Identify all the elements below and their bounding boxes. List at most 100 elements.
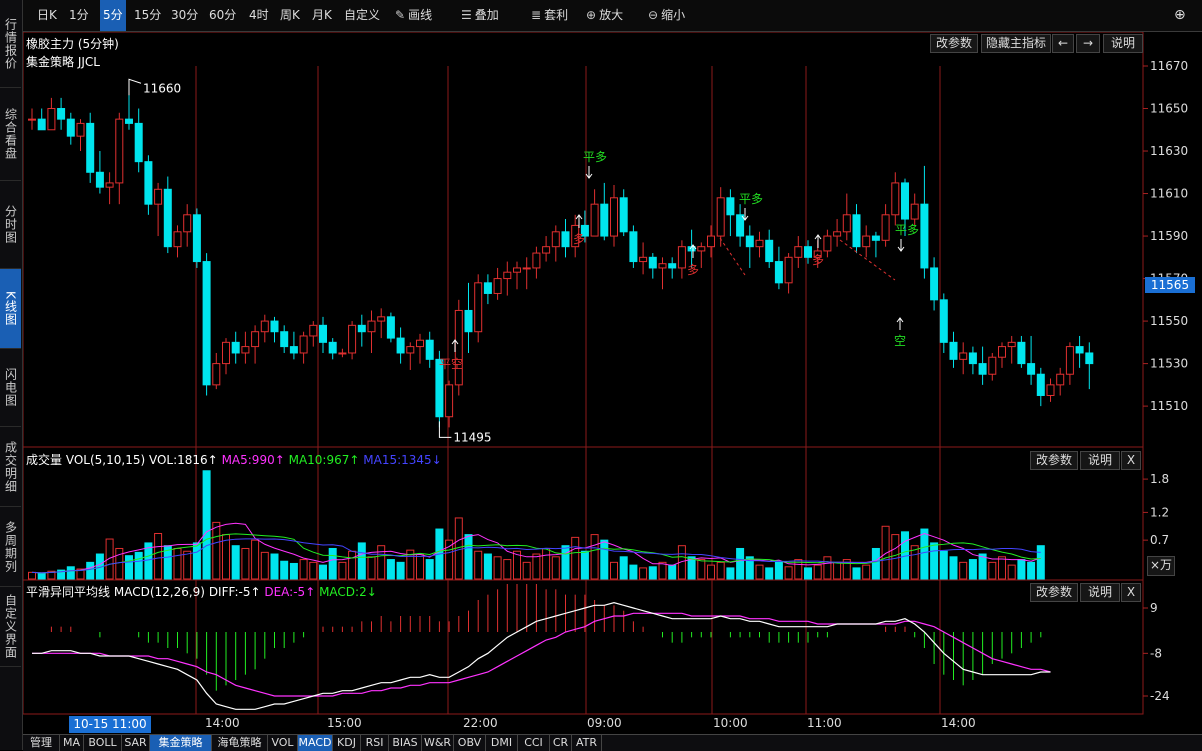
main-explain-button[interactable]: 说明 — [1103, 34, 1143, 53]
period-tab-0[interactable]: 日K — [37, 0, 57, 31]
period-tab-6[interactable]: 4时 — [249, 0, 269, 31]
indicator-tab-3[interactable]: SAR — [122, 735, 150, 751]
period-tab-5[interactable]: 60分 — [209, 0, 236, 31]
volume-bar-30 — [319, 564, 327, 580]
indicator-tab-13[interactable]: DMI — [486, 735, 518, 751]
macd-params-button[interactable]: 改参数 — [1030, 583, 1078, 602]
indicator-tab-6[interactable]: VOL — [268, 735, 298, 751]
sidebar-item-0[interactable]: 行情报价 — [0, 0, 21, 88]
indicator-tab-1[interactable]: MA — [60, 735, 84, 751]
indicator-tab-7[interactable]: MACD — [298, 735, 333, 751]
candle-body-88 — [881, 214, 890, 241]
candle-body-109 — [1085, 352, 1094, 365]
volume-bar-22 — [241, 547, 250, 580]
period-tab-7[interactable]: 周K — [280, 0, 300, 31]
indicator-tab-15[interactable]: CR — [550, 735, 572, 751]
macd-explain-button[interactable]: 说明 — [1080, 583, 1120, 602]
volume-bar-77 — [774, 561, 783, 580]
sidebar-item-1[interactable]: 综合看盘 — [0, 88, 21, 181]
indicator-tab-0[interactable]: 管理 — [23, 735, 60, 751]
volume-tick-label-2: 0.7 — [1150, 533, 1169, 547]
candle-body-12 — [144, 161, 153, 205]
candle-body-33 — [348, 324, 357, 354]
indicator-tab-9[interactable]: RSI — [361, 735, 389, 751]
volume-close-button[interactable]: X — [1121, 451, 1141, 470]
volume-value: VOL:1816↑ — [148, 453, 218, 467]
volume-bar-66 — [668, 564, 677, 580]
sidebar-item-5[interactable]: 成交明细 — [0, 427, 21, 507]
indicator-tab-2[interactable]: BOLL — [84, 735, 122, 751]
volume-bar-72 — [726, 567, 735, 580]
indicator-tab-10[interactable]: BIAS — [389, 735, 422, 751]
candle-body-20 — [222, 341, 230, 365]
time-label-2: 22:00 — [463, 716, 498, 730]
volume-bar-102 — [1017, 559, 1026, 580]
volume-explain-button[interactable]: 说明 — [1080, 451, 1120, 470]
sidebar-item-4[interactable]: 闪电图 — [0, 349, 21, 427]
candle-body-86 — [862, 235, 871, 248]
candle-body-104 — [1036, 373, 1045, 396]
high-marker — [128, 78, 142, 96]
volume-bar-100 — [998, 556, 1006, 580]
candle-body-108 — [1075, 346, 1084, 354]
candle-body-107 — [1065, 346, 1074, 375]
candle-body-10 — [125, 118, 133, 124]
hide-indicator-button[interactable]: 隐藏主指标 — [981, 34, 1051, 53]
arbitrage-button[interactable]: ≣ 套利 — [531, 0, 568, 31]
volume-bar-69 — [697, 559, 706, 580]
draw-label: 画线 — [408, 8, 433, 22]
sidebar-item-2[interactable]: 分时图 — [0, 181, 21, 269]
candle-body-70 — [707, 235, 715, 248]
period-tab-2[interactable]: 5分 — [100, 0, 126, 31]
volume-bar-19 — [212, 521, 221, 580]
sidebar-item-3[interactable]: K线图 — [0, 269, 21, 349]
main-params-button[interactable]: 改参数 — [930, 34, 978, 53]
axis-layer: 1167011650116301161011590115701155011530… — [1143, 59, 1188, 703]
indicator-tab-5[interactable]: 海龟策略 — [212, 735, 268, 751]
candle-layer — [28, 87, 1094, 428]
period-tab-8[interactable]: 月K — [312, 0, 332, 31]
volume-bar-43 — [445, 539, 454, 580]
candle-body-80 — [804, 246, 812, 258]
volume-params-button[interactable]: 改参数 — [1030, 451, 1078, 470]
volume-bar-73 — [736, 547, 745, 580]
scroll-left-button[interactable]: ← — [1052, 34, 1074, 53]
indicator-tab-8[interactable]: KDJ — [333, 735, 361, 751]
candle-body-25 — [270, 320, 279, 333]
draw-button[interactable]: ✎ 画线 — [395, 0, 432, 31]
period-tab-9[interactable]: 自定义 — [344, 0, 380, 31]
candle-body-106 — [1056, 373, 1065, 386]
volume-bar-27 — [289, 562, 298, 580]
zoom-out-button[interactable]: ⊖ 缩小 — [648, 0, 685, 31]
candle-body-38 — [396, 337, 405, 354]
candle-body-31 — [328, 341, 337, 354]
indicator-tab-16[interactable]: ATR — [572, 735, 602, 751]
macd-tick-label-2: -24 — [1150, 689, 1170, 703]
expand-icon[interactable]: ⊕ — [1174, 0, 1186, 31]
candle-body-63 — [639, 256, 648, 263]
scroll-right-button[interactable]: → — [1076, 34, 1100, 53]
period-tab-3[interactable]: 15分 — [134, 0, 161, 31]
sidebar-item-6[interactable]: 多周期列 — [0, 507, 21, 587]
zoom-in-button[interactable]: ⊕ 放大 — [586, 0, 623, 31]
macd-dea-line — [32, 612, 1051, 697]
candle-body-2 — [47, 108, 56, 131]
indicator-tab-14[interactable]: CCI — [518, 735, 550, 751]
candle-body-55 — [561, 231, 570, 248]
candle-body-26 — [280, 331, 289, 348]
sidebar-item-7[interactable]: 自定义界面 — [0, 587, 21, 667]
indicator-tab-12[interactable]: OBV — [454, 735, 486, 751]
overlay-button[interactable]: ☰ 叠加 — [461, 0, 499, 31]
period-tab-1[interactable]: 1分 — [69, 0, 89, 31]
volume-bar-56 — [571, 536, 580, 580]
candle-body-77 — [774, 261, 783, 284]
candle-body-11 — [134, 122, 143, 163]
volume-bar-103 — [1027, 561, 1036, 580]
period-tab-4[interactable]: 30分 — [171, 0, 198, 31]
volume-bar-65 — [658, 561, 667, 580]
indicator-tab-4[interactable]: 集金策略 — [150, 735, 212, 751]
macd-close-button[interactable]: X — [1121, 583, 1141, 602]
indicator-tab-11[interactable]: W&R — [422, 735, 454, 751]
volume-bar-92 — [920, 528, 929, 580]
candle-body-1 — [37, 118, 46, 131]
